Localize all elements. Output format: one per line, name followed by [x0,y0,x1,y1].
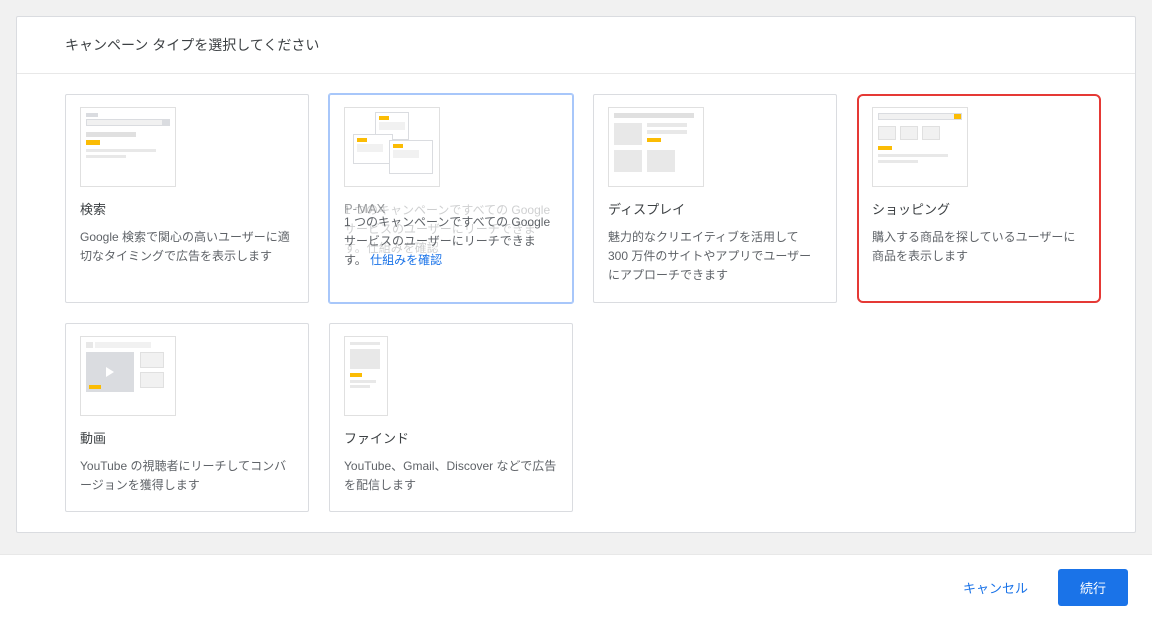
panel-title: キャンペーン タイプを選択してください [17,17,1135,74]
pmax-ghost-title: P-MAX [344,201,385,216]
campaign-card-find[interactable]: ファインド YouTube、Gmail、Discover などで広告を配信します [329,323,573,512]
card-desc: YouTube、Gmail、Discover などで広告を配信します [344,457,558,495]
card-title: ディスプレイ [608,199,822,218]
card-desc: 購入する商品を探しているユーザーに商品を表示します [872,228,1086,266]
campaign-card-display[interactable]: ディスプレイ 魅力的なクリエイティブを活用して 300 万件のサイトやアプリでユ… [593,94,837,303]
search-thumbnail-icon [80,107,176,187]
card-title: 動画 [80,428,294,447]
card-title: ファインド [344,428,558,447]
card-title: ショッピング [872,199,1086,218]
card-desc: Google 検索で関心の高いユーザーに適切なタイミングで広告を表示します [80,228,294,266]
card-title: 検索 [80,199,294,218]
card-desc: YouTube の視聴者にリーチしてコンバージョンを獲得します [80,457,294,495]
footer-action-bar: キャンセル 続行 [0,554,1152,620]
find-thumbnail-icon [344,336,388,416]
pmax-learn-link[interactable]: 仕組みを確認 [370,253,442,267]
campaign-type-panel: キャンペーン タイプを選択してください 検索 Google 検索で関心の高いユー… [16,16,1136,533]
continue-button[interactable]: 続行 [1058,569,1128,606]
campaign-card-video[interactable]: 動画 YouTube の視聴者にリーチしてコンバージョンを獲得します [65,323,309,512]
video-thumbnail-icon [80,336,176,416]
shopping-thumbnail-icon [872,107,968,187]
campaign-card-shopping[interactable]: ショッピング 購入する商品を探しているユーザーに商品を表示します [857,94,1101,303]
campaign-cards-grid: 検索 Google 検索で関心の高いユーザーに適切なタイミングで広告を表示します… [17,74,1135,532]
cancel-button[interactable]: キャンセル [947,570,1044,605]
campaign-card-search[interactable]: 検索 Google 検索で関心の高いユーザーに適切なタイミングで広告を表示します [65,94,309,303]
card-desc: 1 つのキャンペーンですべての Google サービスのユーザーにリーチできます… [344,213,558,271]
campaign-card-pmax[interactable]: P-MAX 1 つのキャンペーンですべての Google サービスのユーザーにリ… [329,94,573,303]
display-thumbnail-icon [608,107,704,187]
pmax-thumbnail-icon [344,107,440,187]
card-desc: 魅力的なクリエイティブを活用して 300 万件のサイトやアプリでユーザーにアプロ… [608,228,822,286]
